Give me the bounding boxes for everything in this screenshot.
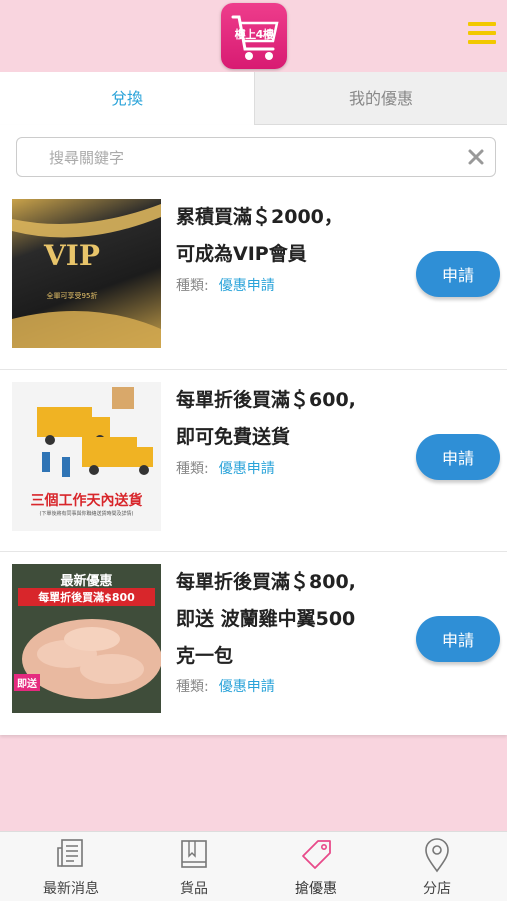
delivery-image: 三個工作天內送貨 (下單後將有同事與你聯絡送貨時間及詳情) [12,382,161,531]
tab-redeem[interactable]: 兌換 [0,72,254,125]
type-value[interactable]: 優惠申請 [219,679,275,695]
delivery-image-subtitle: (下單後將有同事與你聯絡送貨時間及詳情) [39,511,134,517]
nav-item-deals[interactable]: 搶優惠 [253,832,379,901]
app-logo[interactable]: 樓上4樓 [221,3,287,69]
chicken-image-title: 最新優惠 [60,574,113,589]
book-icon [181,840,207,868]
vip-image-subtitle: 全單可享受95折 [46,292,98,300]
type-value[interactable]: 優惠申請 [219,461,275,477]
apply-button[interactable]: 申請 [416,434,500,480]
location-pin-icon [425,838,449,873]
list-item: 最新優惠 每單折後買滿$800 即送 每單折後買滿＄800, 即送 波蘭雞中翼5… [0,552,507,734]
vip-image: VIP 全單可享受95折 [12,199,161,348]
delivery-image-title: 三個工作天內送貨 [30,493,143,509]
logo-text: 樓上4樓 [234,28,274,41]
newspaper-icon [57,839,83,867]
apply-button[interactable]: 申請 [416,616,500,662]
apply-button[interactable]: 申請 [416,251,500,297]
tab-bar: 兌換 我的優惠 [0,72,507,125]
chicken-image-badge: 即送 [14,674,40,691]
top-bar: 樓上4樓 [0,0,507,72]
offer-title: 每單折後買滿＄800, 即送 波蘭雞中翼500 克一包 [176,564,406,675]
nav-label: 最新消息 [43,881,99,897]
offer-list-panel: VIP 全單可享受95折 累積買滿＄2000， 可成為VIP會員 種類: 優惠申請… [0,125,507,735]
chicken-image-subtitle: 每單折後買滿$800 [18,588,155,606]
offer-title: 累積買滿＄2000， 可成為VIP會員 [176,199,406,273]
tab-my-offers[interactable]: 我的優惠 [254,72,507,125]
offer-meta: 種類: 優惠申請 [176,458,275,478]
offer-meta: 種類: 優惠申請 [176,275,275,295]
chicken-wing-image: 最新優惠 每單折後買滿$800 即送 [12,564,161,713]
type-label: 種類: [176,461,209,477]
nav-label: 分店 [423,881,451,897]
hamburger-icon[interactable] [468,22,496,46]
clear-search-icon[interactable] [467,148,485,166]
search-box [16,137,496,178]
offer-title-line: 克一包 [176,645,234,667]
offer-title-line: 每單折後買滿＄800, [176,571,356,593]
tag-icon [302,840,331,869]
offer-title-line: 累積買滿＄2000， [176,206,343,228]
type-value[interactable]: 優惠申請 [219,278,275,294]
list-item: 三個工作天內送貨 (下單後將有同事與你聯絡送貨時間及詳情) 每單折後買滿＄600… [0,370,507,552]
vip-image-title: VIP [44,239,100,272]
nav-label: 搶優惠 [295,881,337,897]
offer-title: 每單折後買滿＄600, 即可免費送貨 [176,382,406,456]
offer-title-line: 每單折後買滿＄600, [176,389,356,411]
nav-item-stores[interactable]: 分店 [374,832,500,901]
type-label: 種類: [176,679,209,695]
nav-item-products[interactable]: 貨品 [131,832,257,901]
offer-title-line: 即可免費送貨 [176,426,291,448]
bottom-nav: 最新消息 貨品 搶優惠 分店 [0,831,507,901]
offer-meta: 種類: 優惠申請 [176,676,275,696]
offer-title-line: 可成為VIP會員 [176,243,307,265]
nav-item-news[interactable]: 最新消息 [8,832,134,901]
offer-title-line: 即送 波蘭雞中翼500 [176,608,356,630]
list-item: VIP 全單可享受95折 累積買滿＄2000， 可成為VIP會員 種類: 優惠申請… [0,187,507,370]
search-input[interactable] [47,138,451,178]
nav-label: 貨品 [180,881,208,897]
type-label: 種類: [176,278,209,294]
